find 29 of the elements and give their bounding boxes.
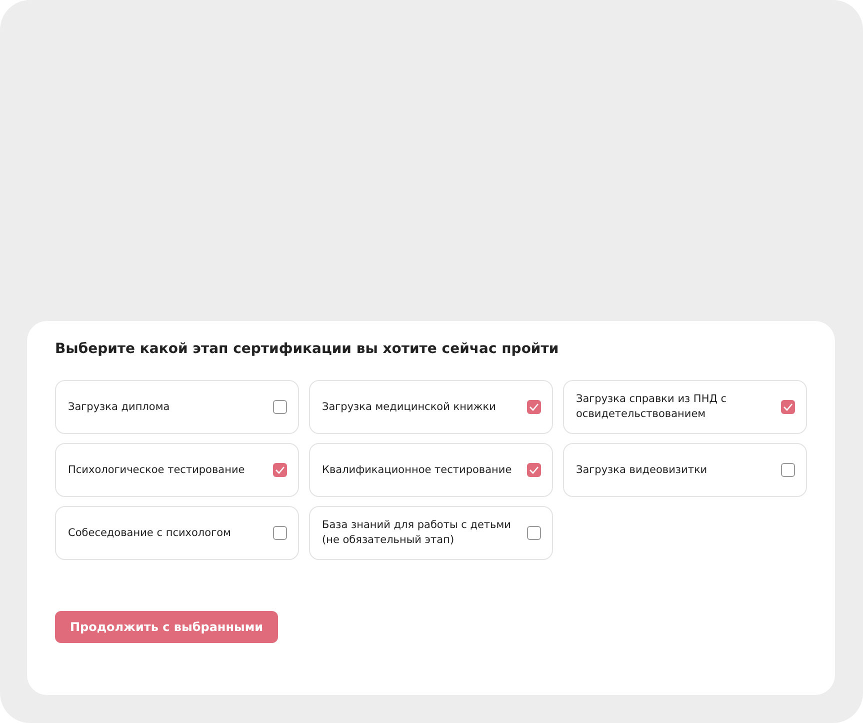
option-label: Загрузка диплома (68, 400, 170, 414)
option-card[interactable]: База знаний для работы с детьми (не обязательный этап) (309, 506, 553, 560)
option-label: Загрузка справки из ПНД с освидетельствованием (576, 392, 728, 422)
option-card[interactable]: Собеседование с психологом (55, 506, 299, 560)
check-icon (529, 466, 539, 474)
checkbox[interactable] (273, 400, 287, 414)
option-label: Загрузка видеовизитки (576, 462, 708, 478)
check-icon (783, 403, 793, 411)
checkbox[interactable] (781, 400, 795, 414)
check-icon (529, 403, 539, 411)
option-label: Психологическое тестирование (68, 462, 245, 478)
checkbox[interactable] (527, 526, 541, 540)
form-heading: Выберите какой этап сертификации вы хотите сейчас пройти (55, 340, 560, 359)
option-card[interactable]: Психологическое тестирование (55, 443, 299, 497)
option-label: База знаний для работы с детьми (не обязательный этап) (322, 518, 512, 548)
checkbox[interactable] (527, 463, 541, 477)
option-card[interactable]: Загрузка видеовизитки (563, 443, 807, 497)
option-card[interactable]: Загрузка справки из ПНД с освидетельствованием (563, 380, 807, 434)
option-card[interactable]: Квалификационное тестирование (309, 443, 553, 497)
checkbox[interactable] (527, 400, 541, 414)
option-card[interactable]: Загрузка диплома (55, 380, 299, 434)
option-label: Собеседование с психологом (68, 526, 231, 540)
checkbox[interactable] (273, 463, 287, 477)
option-label: Квалификационное тестирование (322, 462, 512, 478)
option-card[interactable]: Загрузка медицинской книжки (309, 380, 553, 434)
option-label: Загрузка медицинской книжки (322, 400, 496, 414)
check-icon (275, 466, 285, 474)
checkbox[interactable] (781, 463, 795, 477)
checkbox[interactable] (273, 526, 287, 540)
